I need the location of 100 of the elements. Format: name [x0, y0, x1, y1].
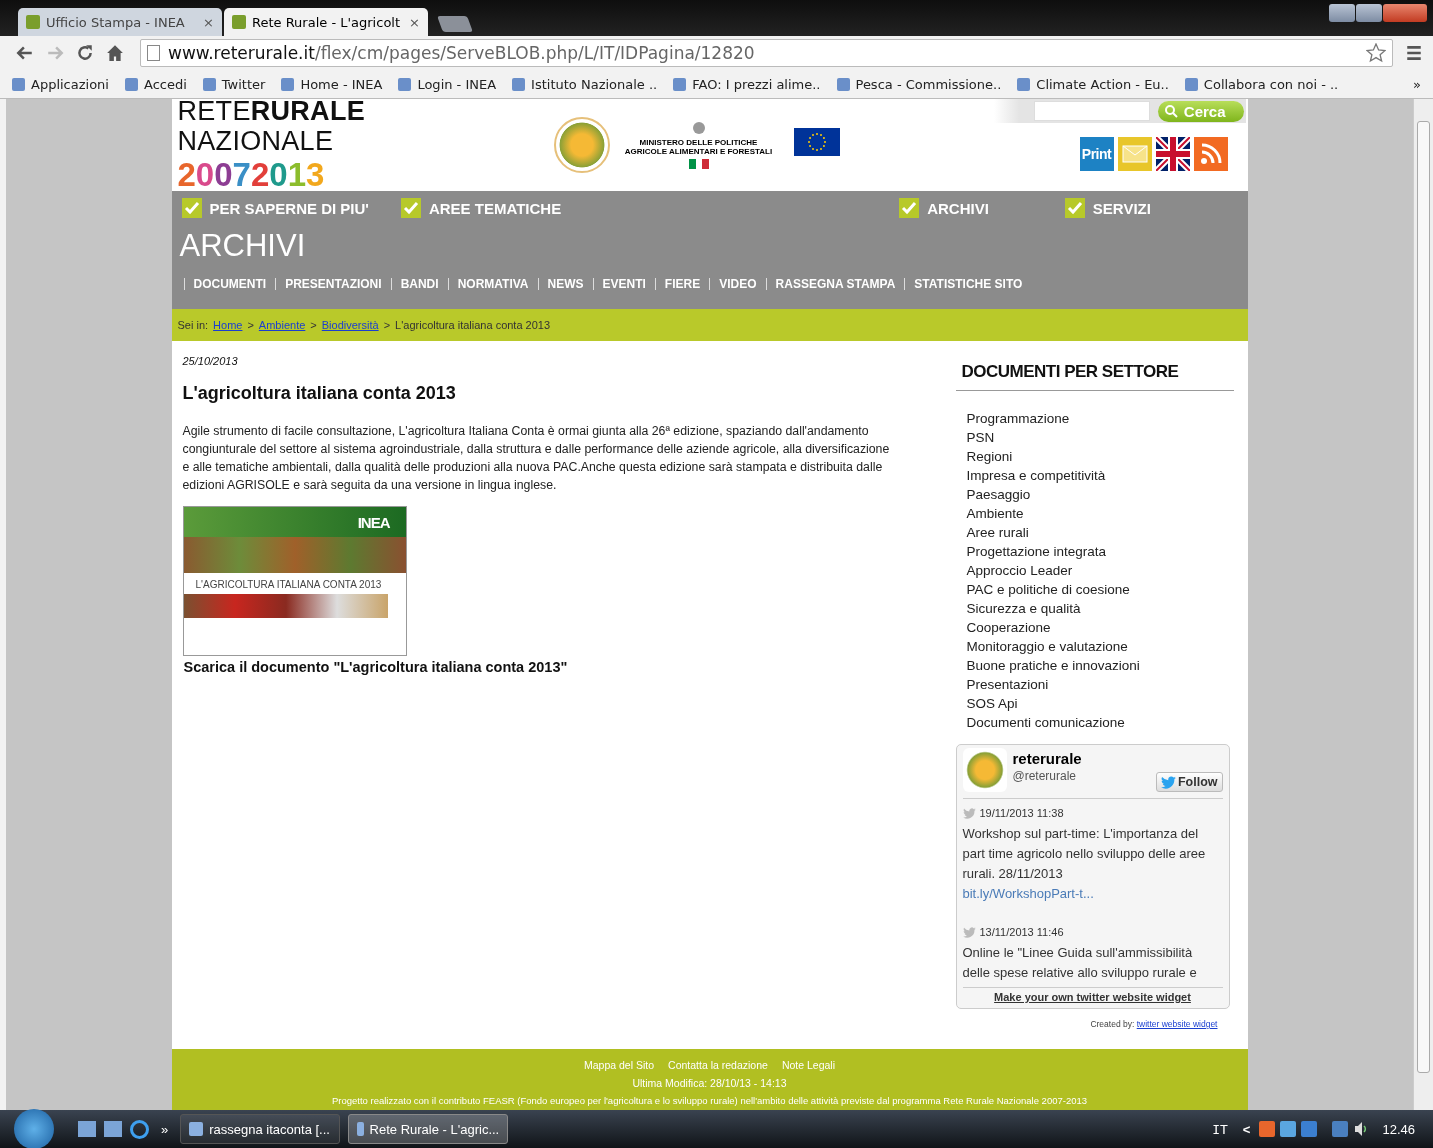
breadcrumb-separator: >	[383, 319, 391, 331]
window-controls-icon[interactable]	[1329, 4, 1427, 22]
article-body: Agile strumento di facile consultazione, L'agricoltura Italiana Conta è ormai giunta alla 26ª edizione, spaziando dall'andamento congiunturale del settore al sistema agroindustriale, dalla struttura e dalle performance delle aziende agricole, alla diversificazione e alle tematiche ambientali, dalla qualità delle produzioni alla nuova PAC.Anche questa edizione sarà stampata e distribuita dalle edizioni AGRISOLE e sarà seguita da una versione in lingua inglese.	[182, 423, 891, 494]
breadcrumb-separator: >	[310, 319, 317, 331]
emblem-icon	[691, 121, 706, 135]
address-field[interactable]: www.reterurale.it/flex/cm/pages/ServeBLOB.php/L/IT/IDPagina/12820	[140, 39, 1393, 67]
taskbar-button[interactable]: Rete Rurale - L'agric...	[348, 1114, 509, 1144]
site-logo[interactable]: RETERURALE NAZIONALE 20072013	[177, 99, 364, 194]
italian-flag-icon	[688, 159, 709, 169]
bookmark[interactable]: Collabora con noi - ..	[1184, 76, 1339, 92]
sector-link[interactable]: Ambiente	[966, 504, 1223, 523]
close-tab-button[interactable]: ×	[409, 14, 420, 30]
bird-icon	[962, 807, 976, 819]
tray-app-icon[interactable]	[1259, 1121, 1276, 1137]
tweet-text: Online le "Linee Guida sull'ammissibilità delle spese relative allo sviluppo rurale e	[962, 944, 1198, 982]
cover-title: L'AGRICOLTURA ITALIANA CONTA 2013	[194, 578, 383, 592]
sector-link[interactable]: Regioni	[966, 447, 1223, 466]
eu-flag-icon	[793, 128, 840, 156]
browser-icon[interactable]	[130, 1119, 149, 1139]
star-icon[interactable]	[1366, 43, 1386, 63]
breadcrumb-label: Sei in:	[177, 319, 209, 331]
sector-link[interactable]: PAC e politiche di coesione	[966, 580, 1223, 599]
sector-link[interactable]: Approccio Leader	[966, 561, 1223, 580]
close-tab-button[interactable]: ×	[203, 14, 214, 30]
last-modified: Ultima Modifica: 28/10/13 - 14:13	[632, 1077, 787, 1089]
reload-icon[interactable]	[76, 44, 94, 62]
breadcrumb-link[interactable]: Ambiente	[258, 319, 306, 331]
sector-link[interactable]: Impresa e competitività	[966, 466, 1223, 485]
breadcrumb-separator: >	[247, 319, 254, 331]
credit-label: Created by:	[1090, 1019, 1135, 1029]
check-icon	[899, 198, 920, 218]
footer-note: Progetto realizzato con il contributo FEASR (Fondo europeo per l'agricoltura e lo sviluppo rurale) nell'ambito delle attività previste dal programma Rete Rurale Nazionale 2007-2013	[331, 1095, 1088, 1106]
check-icon	[400, 198, 421, 218]
check-icon	[1064, 198, 1085, 218]
breadcrumb-link[interactable]: Home	[213, 319, 243, 331]
more-button[interactable]: »	[161, 1121, 169, 1137]
widget-link[interactable]: Make your own twitter website widget	[962, 988, 1223, 1006]
tweet-link[interactable]: bit.ly/WorkshopPart-t...	[962, 884, 1223, 904]
breadcrumb-link[interactable]: Biodiversità	[321, 319, 379, 331]
credit-link[interactable]: twitter website widget	[1136, 1019, 1218, 1029]
clock[interactable]: 12.46	[1382, 1121, 1415, 1137]
sector-link[interactable]: Programmazione	[966, 409, 1223, 428]
bookmark[interactable]: Login - INEA	[398, 76, 497, 92]
check-icon	[181, 198, 202, 218]
tray-app-icon[interactable]	[1280, 1121, 1297, 1137]
bird-icon	[1160, 775, 1176, 789]
start-button[interactable]	[14, 1109, 54, 1148]
new-tab-button[interactable]	[437, 16, 473, 32]
favicon-icon	[26, 15, 40, 29]
sector-link[interactable]: SOS Api	[966, 694, 1223, 713]
show-hidden-icons-button[interactable]: <	[1242, 1121, 1251, 1137]
book-cover[interactable]: INEA L'AGRICOLTURA ITALIANA CONTA 2013	[182, 506, 407, 656]
uk-flag-icon[interactable]	[1155, 137, 1190, 171]
taskbar-button[interactable]: rassegna itaconta [...	[180, 1114, 341, 1144]
section-title: ARCHIVI	[178, 227, 307, 265]
print-button[interactable]: Print	[1079, 137, 1114, 171]
follow-button[interactable]: Follow	[1155, 772, 1223, 792]
sector-link[interactable]: Paesaggio	[966, 485, 1223, 504]
ministry-name: MINISTERO DELLE POLITICHE AGRICOLE ALIMENTARI E FORESTALI	[623, 138, 774, 156]
bookmark[interactable]: Climate Action - Eu..	[1017, 76, 1169, 92]
tweet-time: 19/11/2013 11:38	[979, 807, 1064, 819]
language-indicator[interactable]: IT	[1212, 1121, 1228, 1137]
cover-logo: INEA	[357, 513, 390, 531]
scrollbar[interactable]	[1413, 99, 1433, 1110]
bookmark[interactable]: Home - INEA	[281, 76, 383, 92]
sector-link[interactable]: PSN	[966, 428, 1223, 447]
sector-link[interactable]: Cooperazione	[966, 618, 1223, 637]
bookmark[interactable]: Pesca - Commissione..	[836, 76, 1002, 92]
breadcrumb-current: L'agricoltura italiana conta 2013	[395, 319, 551, 331]
sector-link[interactable]: Sicurezza e qualità	[966, 599, 1223, 618]
avatar-icon	[962, 748, 1007, 792]
bookmark[interactable]: Istituto Nazionale ..	[512, 76, 658, 92]
sector-link[interactable]: Presentazioni	[966, 675, 1223, 694]
search-icon	[1163, 104, 1178, 118]
bird-icon	[962, 926, 976, 938]
search-field[interactable]	[1033, 101, 1150, 121]
back-icon[interactable]	[16, 44, 34, 62]
bookmark[interactable]: Accedi	[125, 76, 187, 92]
favicon-icon	[232, 15, 246, 29]
sidebar-title: DOCUMENTI PER SETTORE	[955, 341, 1234, 391]
sector-link[interactable]: Documenti comunicazione	[966, 713, 1223, 732]
bookmark[interactable]: FAO: I prezzi alime..	[673, 76, 821, 92]
browser-tab[interactable]: Ufficio Stampa - INEA ×	[18, 8, 222, 36]
browser-tab[interactable]: Rete Rurale - L'agricolt ×	[224, 8, 428, 36]
tweet-text: Workshop sul part-time: L'importanza del part time agricolo nello sviluppo delle aree rurali. 28/11/2013	[962, 825, 1207, 883]
article-date: 25/10/2013	[182, 355, 239, 367]
sector-link[interactable]: Buone pratiche e innovazioni	[966, 656, 1223, 675]
bookmark[interactable]: Twitter	[202, 76, 266, 92]
sector-link[interactable]: Monitoraggio e valutazione	[966, 637, 1223, 656]
account-name: reterurale	[1012, 750, 1083, 767]
download-link[interactable]: Scarica il documento "L'agricoltura italiana conta 2013"	[182, 659, 898, 675]
article-title: L'agricoltura italiana conta 2013	[182, 383, 457, 404]
home-icon[interactable]	[106, 44, 124, 62]
bookmark[interactable]: Applicazioni	[12, 76, 109, 92]
account-handle: @reterurale	[1012, 769, 1078, 783]
sector-link[interactable]: Aree rurali	[966, 523, 1223, 542]
more-bookmarks-button[interactable]: »	[1413, 76, 1421, 92]
menu-icon[interactable]	[1405, 44, 1423, 62]
sector-link[interactable]: Progettazione integrata	[966, 542, 1223, 561]
tweet-time: 13/11/2013 11:46	[979, 926, 1064, 938]
